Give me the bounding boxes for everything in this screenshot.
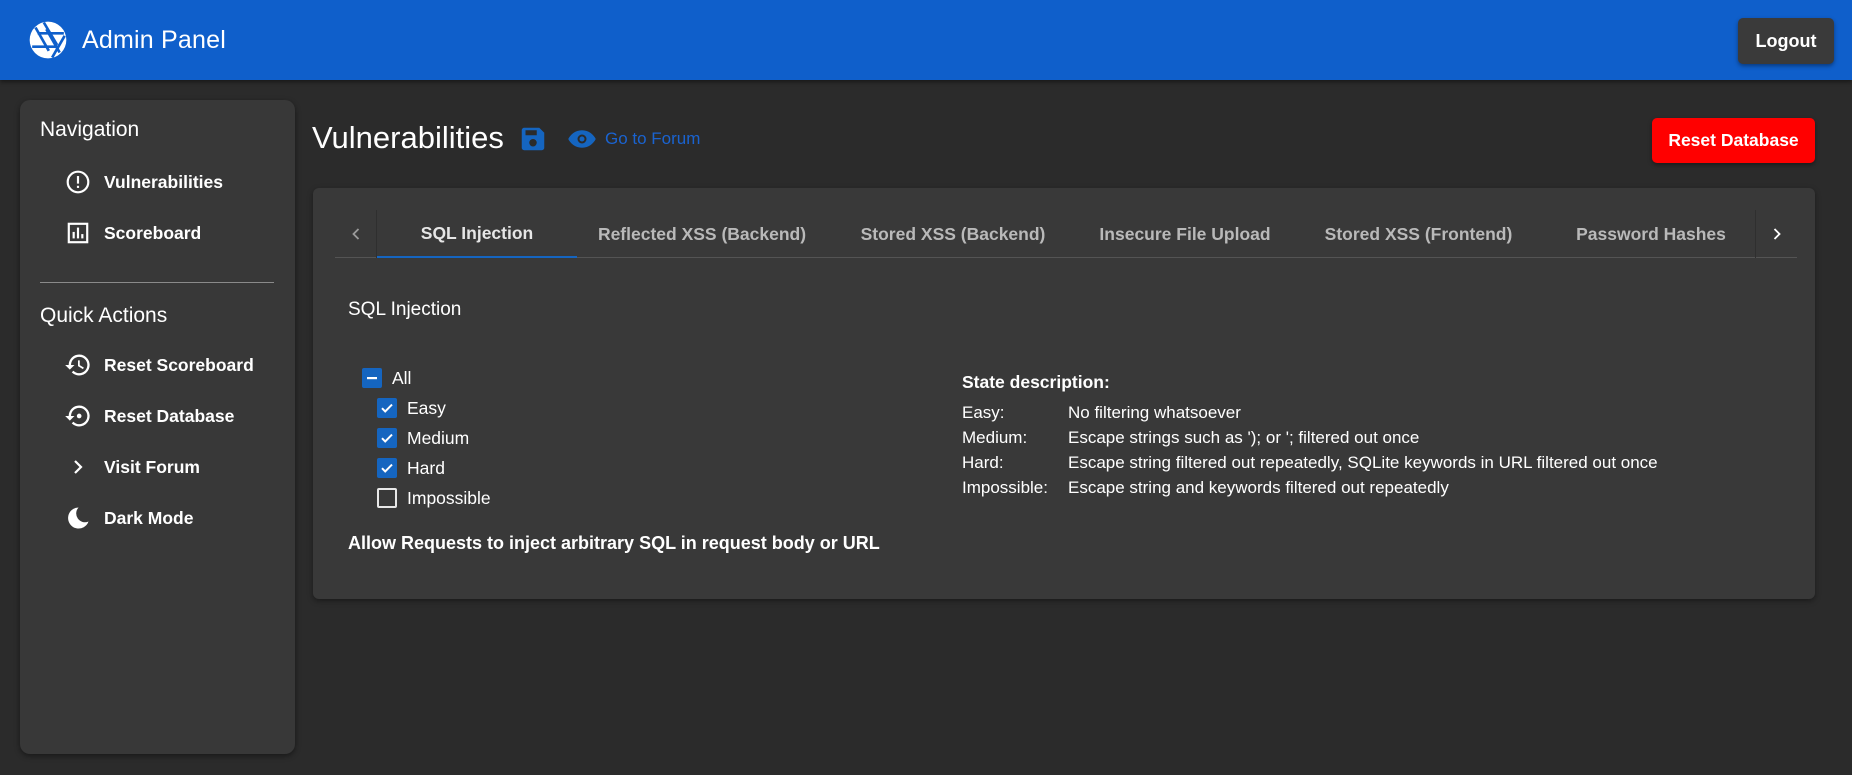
checkbox-checked-icon <box>377 458 397 478</box>
state-text: No filtering whatsoever <box>1068 402 1241 422</box>
history-icon <box>64 351 92 379</box>
state-level: Medium: <box>962 427 1028 447</box>
checkbox-checked-icon <box>377 428 397 448</box>
sidebar-item-label: Reset Database <box>104 405 235 426</box>
tab-stored-xss-backend[interactable]: Stored XSS (Backend) <box>827 210 1079 258</box>
section-title: SQL Injection <box>348 299 462 320</box>
sidebar-item-label: Vulnerabilities <box>104 171 223 192</box>
moon-icon <box>64 504 92 532</box>
go-to-forum-link[interactable]: Go to Forum <box>567 124 700 154</box>
state-text: Escape string and keywords filtered out … <box>1068 477 1449 497</box>
reset-database-button[interactable]: Reset Database <box>1652 118 1815 163</box>
chevron-right-icon <box>1773 228 1781 240</box>
page-title: Vulnerabilities <box>312 120 504 155</box>
checkbox-label: Hard <box>407 457 445 478</box>
checkbox-checked-icon <box>377 398 397 418</box>
state-text: Escape strings such as '); or '; filtere… <box>1068 427 1420 447</box>
save-icon[interactable] <box>518 124 548 154</box>
state-row-hard: Hard: Escape string filtered out repeate… <box>962 450 1658 475</box>
quick-actions-heading: Quick Actions <box>40 304 168 327</box>
vulnerability-description: Allow Requests to inject arbitrary SQL i… <box>348 533 880 553</box>
state-row-medium: Medium: Escape strings such as '); or ';… <box>962 425 1658 450</box>
sidebar-divider <box>40 282 274 283</box>
state-level: Hard: <box>962 452 1004 472</box>
aperture-icon <box>29 21 67 59</box>
sidebar-item-label: Visit Forum <box>104 456 200 477</box>
checkbox-hard[interactable]: Hard <box>377 456 445 480</box>
tab-bar: SQL Injection Reflected XSS (Backend) St… <box>335 210 1797 258</box>
tab-password-hashes[interactable]: Password Hashes <box>1546 210 1756 258</box>
logout-button[interactable]: Logout <box>1738 18 1834 64</box>
checkbox-label: Medium <box>407 427 470 448</box>
tab-sql-injection[interactable]: SQL Injection <box>377 210 577 258</box>
state-level: Easy: <box>962 402 1005 422</box>
go-to-forum-label: Go to Forum <box>605 129 701 148</box>
sidebar-item-reset-scoreboard[interactable]: Reset Scoreboard <box>64 345 284 385</box>
state-level: Impossible: <box>962 477 1048 497</box>
app-title: Admin Panel <box>82 25 226 54</box>
restore-icon <box>64 402 92 430</box>
state-row-easy: Easy: No filtering whatsoever <box>962 400 1658 425</box>
navigation-heading: Navigation <box>40 118 140 141</box>
checkbox-medium[interactable]: Medium <box>377 426 469 450</box>
bar-chart-icon <box>64 219 92 247</box>
sidebar-item-label: Dark Mode <box>104 507 194 528</box>
vulnerability-card: SQL Injection Reflected XSS (Backend) St… <box>313 188 1815 599</box>
tab-scroll-left[interactable] <box>335 210 377 258</box>
checkbox-label: All <box>392 367 412 388</box>
state-description-table: Easy: No filtering whatsoever Medium: Es… <box>962 400 1658 500</box>
checkbox-easy[interactable]: Easy <box>377 396 446 420</box>
checkbox-unchecked-icon <box>377 488 397 508</box>
tab-insecure-file-upload[interactable]: Insecure File Upload <box>1079 210 1291 258</box>
sidebar-item-label: Reset Scoreboard <box>104 354 254 375</box>
indeterminate-checkbox-icon <box>362 368 382 388</box>
brand: Admin Panel <box>28 20 226 60</box>
alert-circle-icon <box>64 168 92 196</box>
sidebar-item-scoreboard[interactable]: Scoreboard <box>64 213 284 253</box>
sidebar-item-reset-database[interactable]: Reset Database <box>64 396 284 436</box>
tab-stored-xss-frontend[interactable]: Stored XSS (Frontend) <box>1291 210 1546 258</box>
tab-scroll-right[interactable] <box>1755 210 1797 258</box>
checkbox-all[interactable]: All <box>362 366 411 390</box>
checkbox-label: Impossible <box>407 487 491 508</box>
tab-reflected-xss-backend[interactable]: Reflected XSS (Backend) <box>577 210 827 258</box>
app-bar: Admin Panel Logout <box>0 0 1852 80</box>
checkbox-impossible[interactable]: Impossible <box>377 486 491 510</box>
sidebar-item-vulnerabilities[interactable]: Vulnerabilities <box>64 162 284 202</box>
chevron-right-icon <box>64 453 92 481</box>
sidebar-item-label: Scoreboard <box>104 222 202 243</box>
checkbox-label: Easy <box>407 397 446 418</box>
eye-icon <box>568 130 596 148</box>
state-text: Escape string filtered out repeatedly, S… <box>1068 452 1658 472</box>
state-description-title: State description: <box>962 372 1110 392</box>
sidebar-item-visit-forum[interactable]: Visit Forum <box>64 447 284 487</box>
sidebar-item-dark-mode[interactable]: Dark Mode <box>64 498 284 538</box>
sidebar: Navigation Vulnerabilities Scoreboard Qu… <box>20 100 295 754</box>
state-row-impossible: Impossible: Escape string and keywords f… <box>962 475 1658 500</box>
chevron-left-icon <box>351 228 359 240</box>
